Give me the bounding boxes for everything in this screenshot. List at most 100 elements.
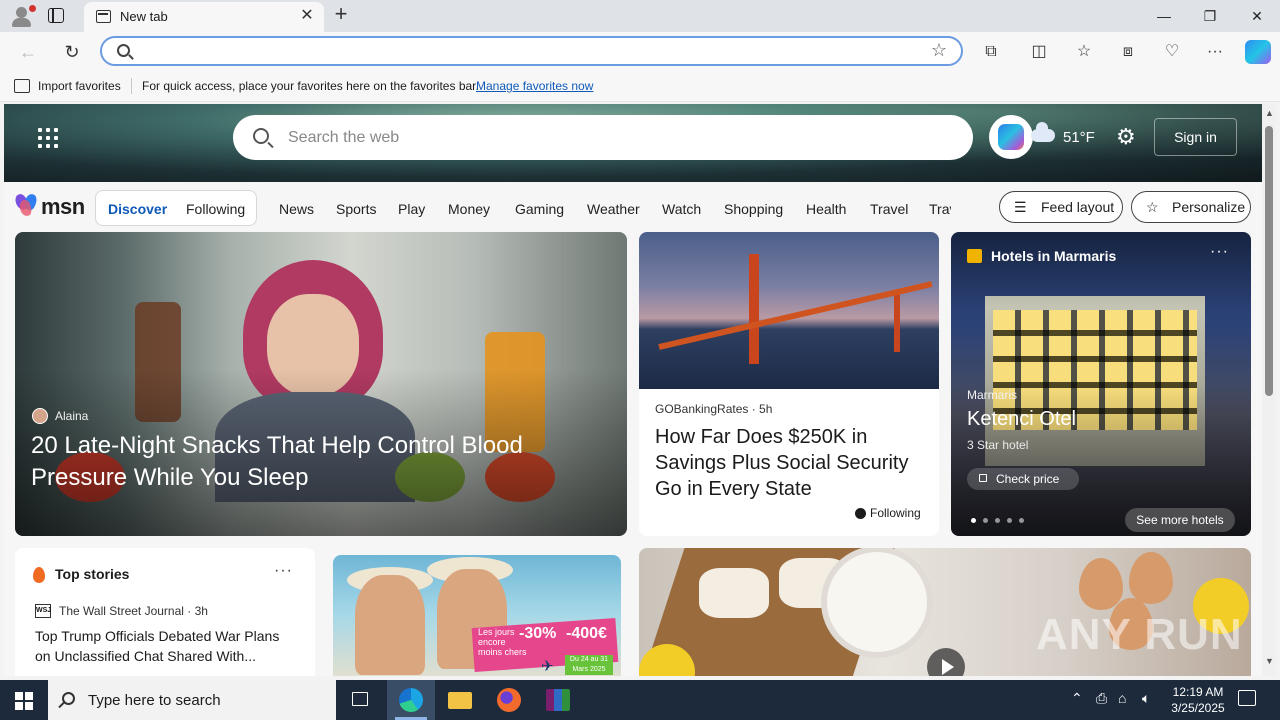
see-more-hotels-button[interactable]: See more hotels <box>1125 508 1235 532</box>
device-icon[interactable]: ⎙ <box>1096 690 1107 707</box>
winrar-icon[interactable] <box>534 680 582 720</box>
tab-discover[interactable]: Discover <box>108 201 167 217</box>
nav-health[interactable]: Health <box>806 201 846 217</box>
extensions-icon[interactable]: ⧉ <box>978 39 1004 65</box>
collections-icon[interactable]: ⧈ <box>1115 39 1141 65</box>
firefox-icon[interactable] <box>485 680 533 720</box>
top-stories-header[interactable]: Top stories <box>55 566 129 582</box>
msn-page: 51°F ⚙ Sign in msn Discover Following Ne… <box>4 104 1262 676</box>
tab-new-tab[interactable]: New tab ✕ <box>84 2 324 32</box>
hotel-card-header[interactable]: Hotels in Marmaris <box>991 248 1116 264</box>
wsj-logo: WSJ <box>35 604 51 618</box>
restore-button[interactable]: ❐ <box>1187 0 1233 32</box>
tab-actions-icon[interactable] <box>46 6 68 26</box>
refresh-button[interactable]: ↻ <box>58 38 86 66</box>
file-explorer-icon[interactable] <box>436 680 484 720</box>
nav-news[interactable]: News <box>279 201 314 217</box>
image-bowl <box>827 552 927 652</box>
savings-article-card[interactable]: GOBankingRates · 5h How Far Does $250K i… <box>639 232 939 536</box>
tab-following[interactable]: Following <box>186 201 245 217</box>
story-source[interactable]: The Wall Street Journal · 3h <box>59 604 208 618</box>
page-scrollbar[interactable]: ▲ ▼ <box>1262 104 1276 676</box>
personalize-button[interactable]: ☆ Personalize <box>1131 191 1251 223</box>
address-input[interactable] <box>140 42 920 62</box>
article-title[interactable]: How Far Does $250K in Savings Plus Socia… <box>655 424 925 502</box>
volume-icon[interactable]: 🔈︎ <box>1142 690 1150 707</box>
cloud-icon[interactable] <box>1031 122 1055 142</box>
back-button[interactable]: ← <box>14 38 42 66</box>
temperature[interactable]: 51°F <box>1063 129 1095 146</box>
favorite-star-icon[interactable]: ☆ <box>931 40 947 61</box>
performance-icon[interactable]: ♡ <box>1159 39 1185 65</box>
more-options-icon[interactable]: ··· <box>274 562 293 580</box>
story-title[interactable]: Top Trump Officials Debated War Plans on… <box>35 626 295 666</box>
browser-toolbar: ← ↻ ☆ ⧉ ◫ ☆ ⧈ ♡ ··· <box>0 32 1280 70</box>
sign-in-button[interactable]: Sign in <box>1154 118 1237 156</box>
rewards-icon[interactable] <box>989 115 1033 159</box>
star-icon: ☆ <box>1146 199 1159 215</box>
clock-time: 12:19 AM <box>1172 685 1224 699</box>
scroll-down-icon[interactable]: ▼ <box>1265 656 1274 666</box>
scroll-up-icon[interactable]: ▲ <box>1265 108 1274 118</box>
author-name[interactable]: Alaina <box>55 409 88 423</box>
close-tab-icon[interactable]: ✕ <box>298 7 316 25</box>
start-button[interactable] <box>0 680 48 720</box>
copilot-icon[interactable] <box>1245 40 1271 64</box>
split-screen-icon[interactable]: ◫ <box>1026 39 1052 65</box>
hotel-name[interactable]: Ketenci Otel <box>967 408 1076 431</box>
image-shade <box>951 232 1251 536</box>
feed-layout-button[interactable]: ☰ Feed layout <box>999 191 1123 223</box>
manage-favorites-link[interactable]: Manage favorites now <box>476 79 593 93</box>
import-favorites-button[interactable]: Import favorites <box>38 79 121 93</box>
carousel-dots[interactable] <box>971 518 1031 524</box>
personalize-label: Personalize <box>1172 199 1246 215</box>
web-search-box[interactable] <box>233 115 973 160</box>
play-icon[interactable] <box>927 648 965 676</box>
search-icon <box>253 128 269 144</box>
notification-icon[interactable] <box>1238 690 1256 706</box>
task-view-icon[interactable] <box>337 680 385 720</box>
nav-travel[interactable]: Travel <box>870 201 908 217</box>
lead-article-card[interactable]: Alaina 20 Late-Night Snacks That Help Co… <box>15 232 627 536</box>
following-label[interactable]: Following <box>870 506 921 520</box>
ad-card[interactable]: Les jours encore moins chers -30% -400€ … <box>333 555 621 676</box>
nav-money[interactable]: Money <box>448 201 490 217</box>
system-clock[interactable]: 12:19 AM 3/25/2025 <box>1160 684 1236 716</box>
airplane-icon: ✈ <box>541 658 554 675</box>
bridge-tower <box>894 292 900 352</box>
chevron-up-icon[interactable]: ⌃ <box>1071 690 1083 707</box>
nav-sports[interactable]: Sports <box>336 201 376 217</box>
import-icon <box>14 79 30 93</box>
article-source[interactable]: GOBankingRates · 5h <box>655 402 772 416</box>
nav-overflow-item[interactable]: Trav <box>929 201 951 217</box>
close-window-button[interactable]: ✕ <box>1234 0 1280 32</box>
check-price-button[interactable]: Check price <box>967 468 1079 490</box>
more-options-icon[interactable]: ··· <box>1210 243 1229 261</box>
favorites-icon[interactable]: ☆ <box>1071 39 1097 65</box>
edge-taskbar-icon[interactable] <box>387 680 435 720</box>
nav-watch[interactable]: Watch <box>662 201 701 217</box>
clock-date: 3/25/2025 <box>1171 701 1225 715</box>
nav-shopping[interactable]: Shopping <box>724 201 783 217</box>
network-icon[interactable]: ⌂ <box>1118 690 1126 706</box>
minimize-button[interactable]: — <box>1141 0 1187 32</box>
nav-gaming[interactable]: Gaming <box>515 201 564 217</box>
taskbar-search-box[interactable]: Type here to search <box>48 680 336 720</box>
image-fish <box>699 568 769 618</box>
hotel-city: Marmaris <box>967 388 1017 402</box>
web-search-input[interactable] <box>288 127 928 149</box>
hotel-card[interactable]: Hotels in Marmaris ··· Marmaris Ketenci … <box>951 232 1251 536</box>
watermark: ANY RUN <box>1036 610 1243 659</box>
msn-logo[interactable]: msn <box>13 191 86 221</box>
more-menu-icon[interactable]: ··· <box>1202 39 1228 65</box>
profile-icon[interactable] <box>8 4 36 28</box>
author-avatar <box>32 408 48 424</box>
new-tab-button[interactable]: + <box>330 3 352 26</box>
nav-weather[interactable]: Weather <box>587 201 640 217</box>
nav-play[interactable]: Play <box>398 201 425 217</box>
lead-article-title[interactable]: 20 Late-Night Snacks That Help Control B… <box>31 430 591 494</box>
scroll-thumb[interactable] <box>1265 126 1273 396</box>
gear-icon[interactable]: ⚙ <box>1116 124 1136 150</box>
apps-launcher-icon[interactable] <box>38 128 58 148</box>
address-bar[interactable]: ☆ <box>100 36 963 66</box>
